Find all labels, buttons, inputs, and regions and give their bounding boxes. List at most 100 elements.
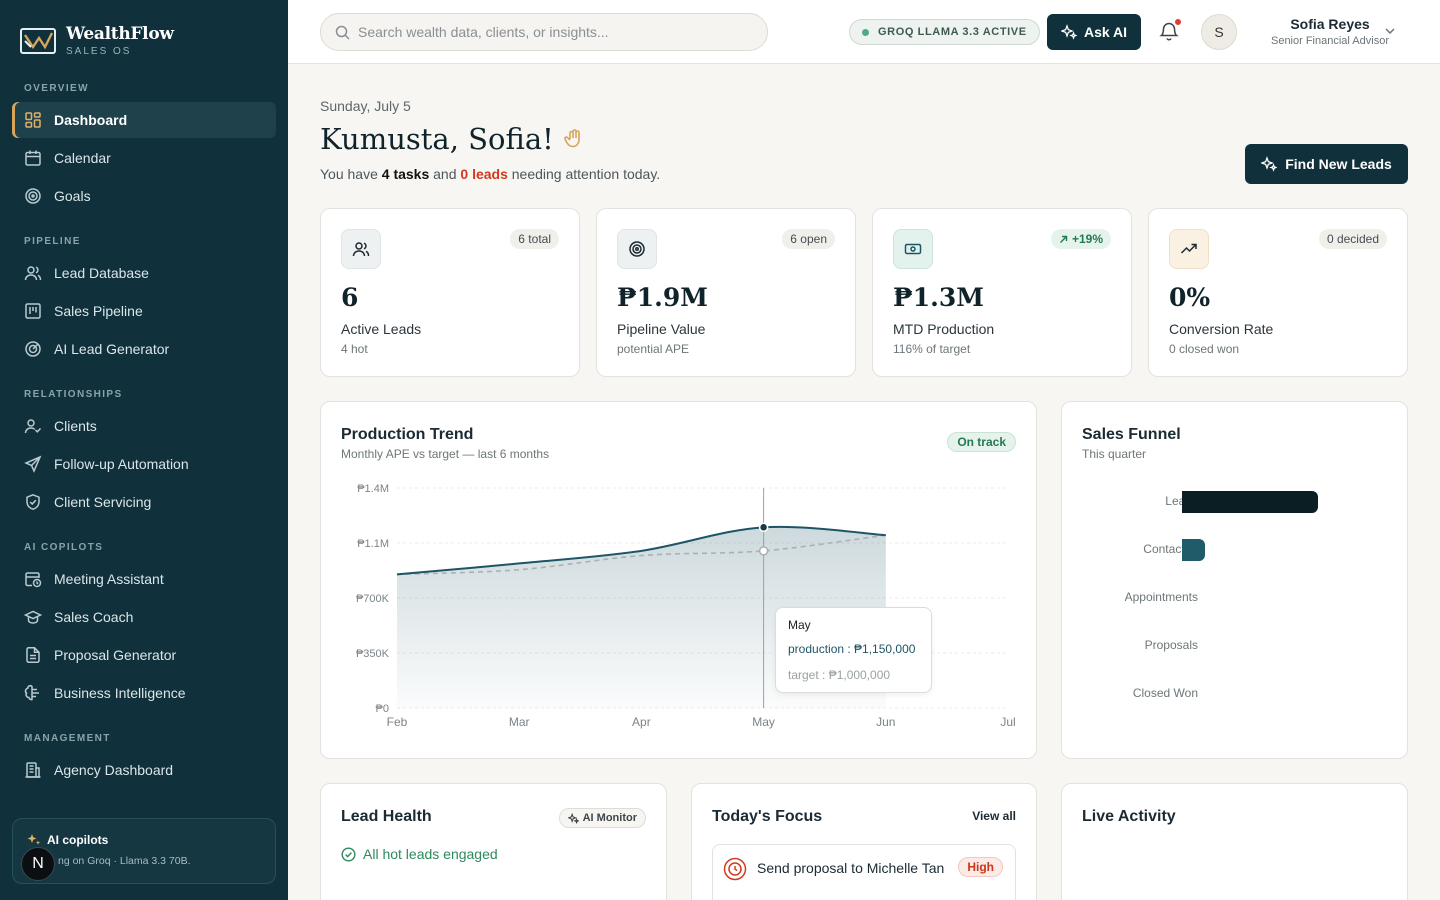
sidebar-item-label: Sales Pipeline: [54, 303, 143, 319]
ask-ai-button[interactable]: Ask AI: [1047, 14, 1141, 50]
kpi-card-active-leads[interactable]: 6 total 6 Active Leads 4 hot: [320, 208, 580, 377]
sidebar-item-label: Meeting Assistant: [54, 571, 164, 587]
chart-tooltip: May production : ₱1,150,000 target : ₱1,…: [775, 607, 932, 693]
search-icon: [335, 25, 350, 40]
wealthflow-logo-icon: [20, 27, 56, 54]
x-tick-label: Jul: [1000, 715, 1015, 729]
sidebar-item-clients[interactable]: Clients: [12, 408, 276, 444]
ai-copilots-panel[interactable]: AI copilots ng on Groq · Llama 3.3 70B. …: [12, 818, 276, 884]
task-item[interactable]: Send proposal to Michelle Tan High: [712, 844, 1016, 900]
sidebar-item-label: Business Intelligence: [54, 685, 186, 701]
kpi-label: MTD Production: [893, 321, 995, 337]
notifications-bell-icon[interactable]: [1158, 18, 1182, 44]
attention-summary: You have 4 tasks and 0 leads needing att…: [320, 166, 661, 182]
file-text-icon: [24, 646, 42, 664]
funnel-row: Proposals: [1062, 635, 1406, 657]
shield-check-icon: [24, 493, 42, 511]
kpi-card-conversion-rate[interactable]: 0 decided 0% Conversion Rate 0 closed wo…: [1148, 208, 1408, 377]
funnel-row: Appointments: [1062, 587, 1406, 609]
section-management: MANAGEMENT: [24, 733, 111, 744]
kpi-card-pipeline-value[interactable]: 6 open ₱1.9M Pipeline Value potential AP…: [596, 208, 856, 377]
sidebar-item-sales-pipeline[interactable]: Sales Pipeline: [12, 293, 276, 329]
brand-logo[interactable]: WealthFlow SALES OS: [20, 24, 174, 57]
kpi-pill: +19%: [1050, 229, 1111, 249]
lead-health-status: All hot leads engaged: [341, 846, 498, 862]
card-subtitle: This quarter: [1082, 447, 1147, 461]
sidebar-item-follow-up-automation[interactable]: Follow-up Automation: [12, 446, 276, 482]
section-overview: OVERVIEW: [24, 83, 89, 94]
funnel-bar[interactable]: [1182, 539, 1205, 561]
status-dot-icon: [862, 28, 869, 36]
sidebar-item-label: Calendar: [54, 150, 111, 166]
x-tick-label: Mar: [509, 715, 530, 729]
kpi-card-mtd-production[interactable]: +19% ₱1.3M MTD Production 116% of target: [872, 208, 1132, 377]
send-icon: [24, 455, 42, 473]
leads-count: 0 leads: [460, 166, 508, 182]
funnel-row: Leads: [1062, 491, 1406, 513]
sparkles-icon: [1261, 156, 1278, 172]
funnel-stage-label: Appointments: [1124, 590, 1198, 604]
production-trend-chart[interactable]: ₱0 ₱350K ₱700K ₱1.1M ₱1.4M Feb Mar Apr May Jun Jul: [321, 402, 1038, 760]
sidebar-item-proposal-generator[interactable]: Proposal Generator: [12, 637, 276, 673]
funnel-stage-label: Proposals: [1144, 638, 1198, 652]
clock-icon: [723, 857, 747, 886]
kpi-label: Conversion Rate: [1169, 321, 1274, 337]
search-bar[interactable]: [320, 13, 768, 51]
card-title: Lead Health: [341, 808, 432, 825]
sidebar-item-ai-lead-generator[interactable]: AI Lead Generator: [12, 331, 276, 367]
chevron-down-icon[interactable]: [1384, 24, 1396, 42]
card-title: Live Activity: [1082, 808, 1176, 825]
tooltip-month: May: [788, 618, 811, 632]
priority-badge: High: [958, 857, 1003, 877]
avatar[interactable]: S: [1201, 14, 1237, 50]
sidebar-item-goals[interactable]: Goals: [12, 178, 276, 214]
kpi-value: ₱1.3M: [893, 283, 984, 312]
live-activity-card: Live Activity: [1061, 783, 1408, 900]
tooltip-target: target : ₱1,000,000: [788, 668, 891, 682]
banknote-icon: [893, 229, 933, 269]
find-new-leads-button[interactable]: Find New Leads: [1245, 144, 1408, 184]
dashboard-grid-icon: [24, 111, 42, 129]
target-icon: [617, 229, 657, 269]
search-input[interactable]: [358, 24, 738, 40]
sidebar-item-label: Sales Coach: [54, 609, 134, 625]
sidebar-item-label: Follow-up Automation: [54, 456, 189, 472]
funnel-bar[interactable]: [1182, 491, 1318, 513]
sidebar-item-dashboard[interactable]: Dashboard: [12, 102, 276, 138]
kpi-hint: potential APE: [617, 342, 690, 356]
sidebar-item-business-intelligence[interactable]: Business Intelligence: [12, 675, 276, 711]
sidebar-item-sales-coach[interactable]: Sales Coach: [12, 599, 276, 635]
x-tick-label: Apr: [632, 715, 651, 729]
kpi-pill: 6 total: [510, 229, 559, 249]
tooltip-production: production : ₱1,150,000: [788, 642, 916, 656]
kpi-pill: 0 decided: [1318, 229, 1387, 249]
sales-funnel-card: Sales Funnel This quarter Leads Contacted…: [1061, 401, 1408, 759]
sidebar-item-label: AI Lead Generator: [54, 341, 170, 357]
arrow-up-right-icon: [1059, 235, 1068, 244]
sidebar-item-lead-database[interactable]: Lead Database: [12, 255, 276, 291]
view-all-link[interactable]: View all: [972, 809, 1016, 823]
brand-tagline: SALES OS: [66, 46, 132, 57]
y-tick-label: ₱1.1M: [357, 538, 389, 550]
graduation-cap-icon: [24, 608, 42, 626]
sidebar-item-calendar[interactable]: Calendar: [12, 140, 276, 176]
kpi-pill: 6 open: [782, 229, 835, 249]
sidebar-item-meeting-assistant[interactable]: Meeting Assistant: [12, 561, 276, 597]
sidebar-item-agency-dashboard[interactable]: Agency Dashboard: [12, 752, 276, 788]
kpi-value: 6: [341, 283, 359, 312]
brand-name: WealthFlow: [66, 24, 174, 44]
task-title: Send proposal to Michelle Tan: [757, 860, 945, 876]
radar-icon: [24, 340, 42, 358]
funnel-row: Contacted: [1062, 539, 1406, 561]
x-tick-label: Jun: [876, 715, 895, 729]
ai-monitor-badge[interactable]: AI Monitor: [558, 808, 646, 828]
calendar-clock-icon: [24, 570, 42, 588]
sidebar: WealthFlow SALES OS OVERVIEW Dashboard C…: [0, 0, 288, 900]
sparkles-icon: [27, 833, 41, 847]
sidebar-item-client-servicing[interactable]: Client Servicing: [12, 484, 276, 520]
sidebar-item-label: Agency Dashboard: [54, 762, 174, 778]
target-icon: [24, 187, 42, 205]
copilot-title: AI copilots: [27, 833, 108, 847]
n-badge[interactable]: N: [21, 847, 55, 881]
tasks-count: 4 tasks: [381, 166, 430, 182]
